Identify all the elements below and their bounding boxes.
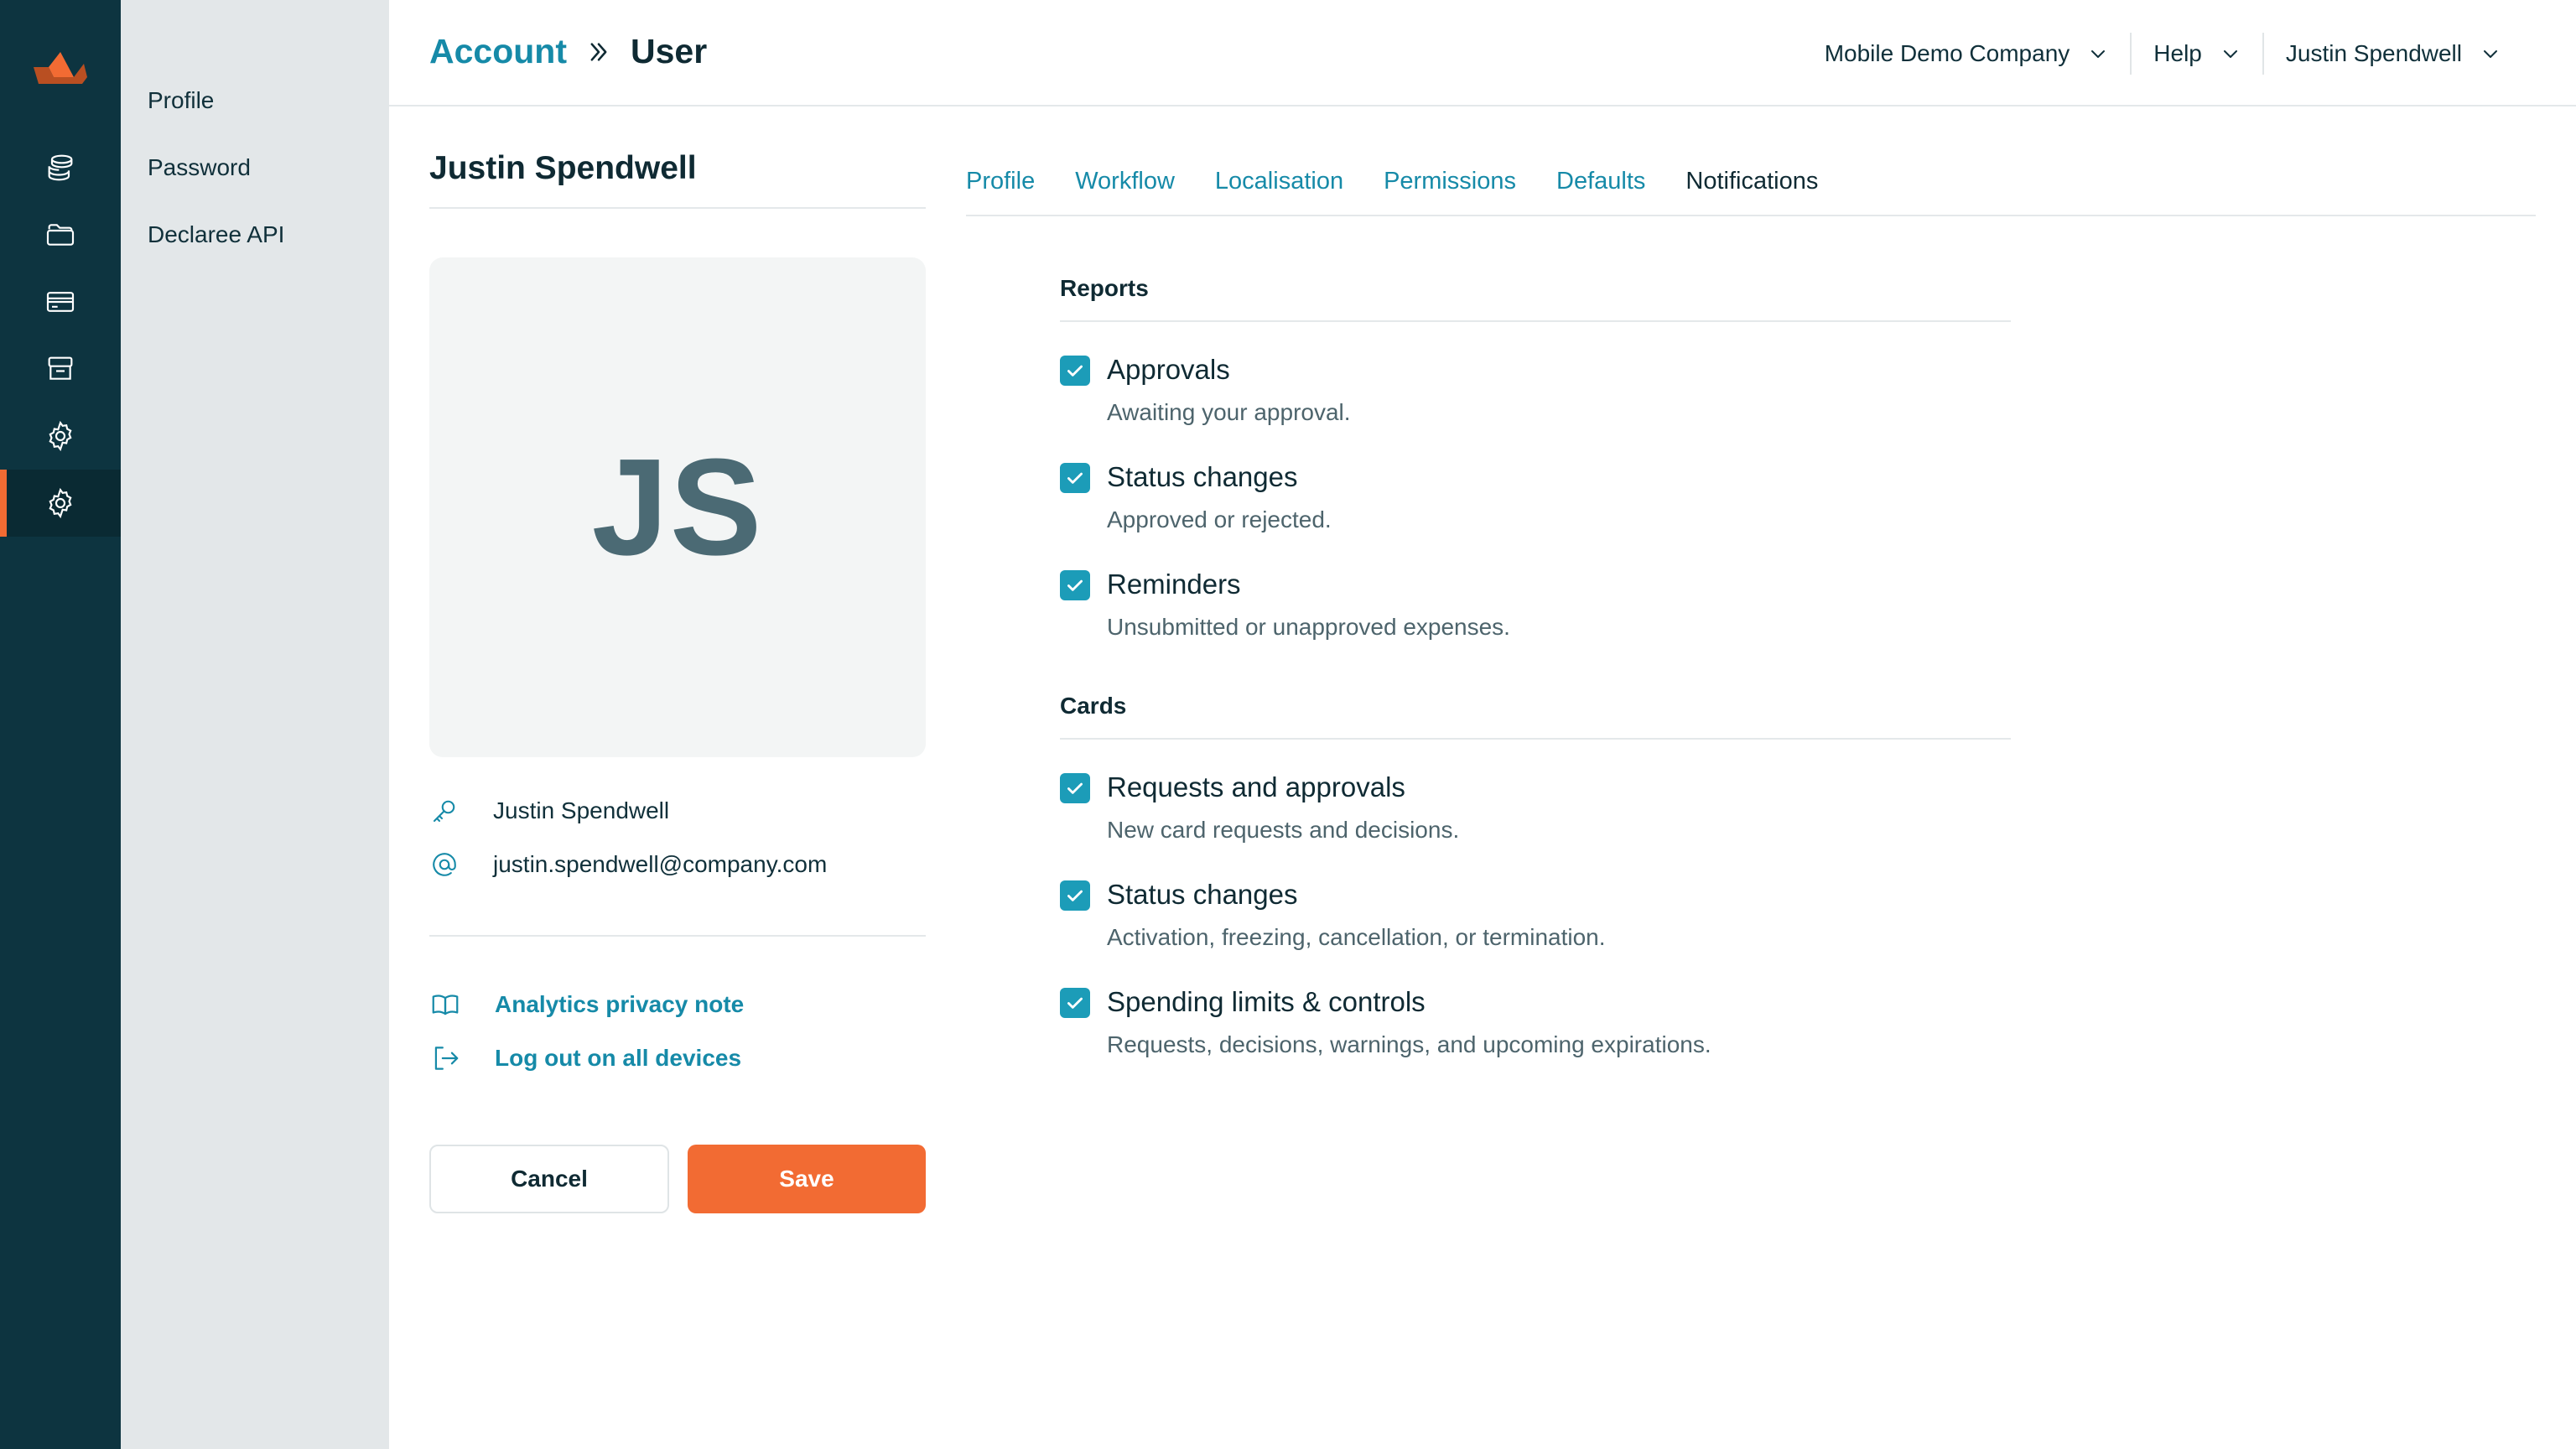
checkmark-icon xyxy=(1067,579,1083,591)
analytics-privacy-label: Analytics privacy note xyxy=(495,991,745,1017)
option-label: Reminders xyxy=(1107,569,1241,600)
card-status-changes-checkbox[interactable] xyxy=(1060,880,1090,911)
option-label: Requests and approvals xyxy=(1107,771,1405,802)
checkmark-icon xyxy=(1067,890,1083,901)
cards-section-title: Cards xyxy=(1060,693,2011,740)
reports-section-title: Reports xyxy=(1060,275,2011,322)
book-icon xyxy=(432,995,459,1015)
checkmark-icon xyxy=(1067,782,1083,794)
logout-icon xyxy=(434,1046,459,1070)
option-label: Approvals xyxy=(1107,354,1230,385)
gear-icon[interactable] xyxy=(0,402,121,470)
chevron-down-icon xyxy=(2223,49,2237,58)
settings-tabs: Profile Workflow Localisation Permission… xyxy=(966,168,2536,216)
tab-notifications[interactable]: Notifications xyxy=(1685,168,1818,215)
avatar: JS xyxy=(429,257,926,757)
store-icon[interactable] xyxy=(0,335,121,402)
checkmark-icon xyxy=(1067,365,1083,377)
top-menu: Mobile Demo Company Help Justin Spendwel… xyxy=(1803,0,2522,106)
checkmark-icon xyxy=(1067,997,1083,1009)
profile-name-heading: Justin Spendwell xyxy=(429,150,926,209)
option-description: Approved or rejected. xyxy=(1107,506,1332,532)
option-label: Status changes xyxy=(1107,879,1298,910)
tab-permissions[interactable]: Permissions xyxy=(1384,168,1516,215)
option-description: Awaiting your approval. xyxy=(1107,399,1351,425)
option-label: Status changes xyxy=(1107,461,1298,492)
double-chevron-right-icon xyxy=(587,40,610,64)
checkmark-icon xyxy=(1067,472,1083,484)
gear-icon[interactable] xyxy=(0,470,121,537)
requests-and-approvals-checkbox[interactable] xyxy=(1060,773,1090,803)
tab-profile[interactable]: Profile xyxy=(966,168,1035,215)
report-status-changes-checkbox[interactable] xyxy=(1060,463,1090,493)
chevron-down-icon xyxy=(2484,49,2497,58)
help-menu[interactable]: Help xyxy=(2132,33,2262,75)
subnav-item-profile[interactable]: Profile xyxy=(148,87,214,114)
option-description: New card requests and decisions. xyxy=(1107,817,1460,843)
tab-defaults[interactable]: Defaults xyxy=(1556,168,1645,215)
chevron-down-icon xyxy=(2091,49,2106,58)
logo-icon[interactable] xyxy=(32,49,89,86)
user-menu-name: Justin Spendwell xyxy=(2285,39,2462,66)
save-button[interactable]: Save xyxy=(688,1145,926,1213)
logout-all-devices-link[interactable]: Log out on all devices xyxy=(429,1042,741,1074)
card-icon[interactable] xyxy=(0,268,121,335)
email-row: justin.spendwell@company.com xyxy=(429,849,827,880)
tab-localisation[interactable]: Localisation xyxy=(1215,168,1343,215)
profile-divider xyxy=(429,935,926,937)
option-label: Spending limits & controls xyxy=(1107,986,1426,1017)
help-label: Help xyxy=(2153,39,2202,66)
approvals-checkbox[interactable] xyxy=(1060,356,1090,386)
analytics-privacy-link[interactable]: Analytics privacy note xyxy=(429,989,744,1021)
company-selector[interactable]: Mobile Demo Company xyxy=(1803,33,2131,75)
key-icon xyxy=(433,800,455,823)
email-text: justin.spendwell@company.com xyxy=(493,851,828,877)
username-row: Justin Spendwell xyxy=(429,796,669,826)
company-name: Mobile Demo Company xyxy=(1824,39,2070,66)
subnav-item-declaree-api[interactable]: Declaree API xyxy=(148,221,284,248)
logout-all-devices-label: Log out on all devices xyxy=(495,1045,742,1071)
tab-workflow[interactable]: Workflow xyxy=(1075,168,1175,215)
folder-icon[interactable] xyxy=(0,201,121,268)
stack-icon[interactable] xyxy=(0,134,121,201)
breadcrumb: Account User xyxy=(429,32,707,71)
subnav-item-password[interactable]: Password xyxy=(148,154,251,181)
main-sidebar xyxy=(0,0,121,1449)
username-text: Justin Spendwell xyxy=(493,797,670,823)
account-subnav: Profile Password Declaree API xyxy=(121,0,389,1449)
top-header: Account User Mobile Demo Company Help Ju… xyxy=(389,0,2576,106)
reminders-checkbox[interactable] xyxy=(1060,570,1090,600)
spending-limits-checkbox[interactable] xyxy=(1060,988,1090,1018)
option-description: Activation, freezing, cancellation, or t… xyxy=(1107,924,1606,950)
breadcrumb-account-link[interactable]: Account xyxy=(429,32,567,71)
user-menu[interactable]: Justin Spendwell xyxy=(2264,33,2522,75)
breadcrumb-current: User xyxy=(631,32,708,70)
cancel-button[interactable]: Cancel xyxy=(429,1145,669,1213)
option-description: Unsubmitted or unapproved expenses. xyxy=(1107,614,1510,640)
option-description: Requests, decisions, warnings, and upcom… xyxy=(1107,1031,1711,1057)
at-sign-icon xyxy=(433,853,456,876)
